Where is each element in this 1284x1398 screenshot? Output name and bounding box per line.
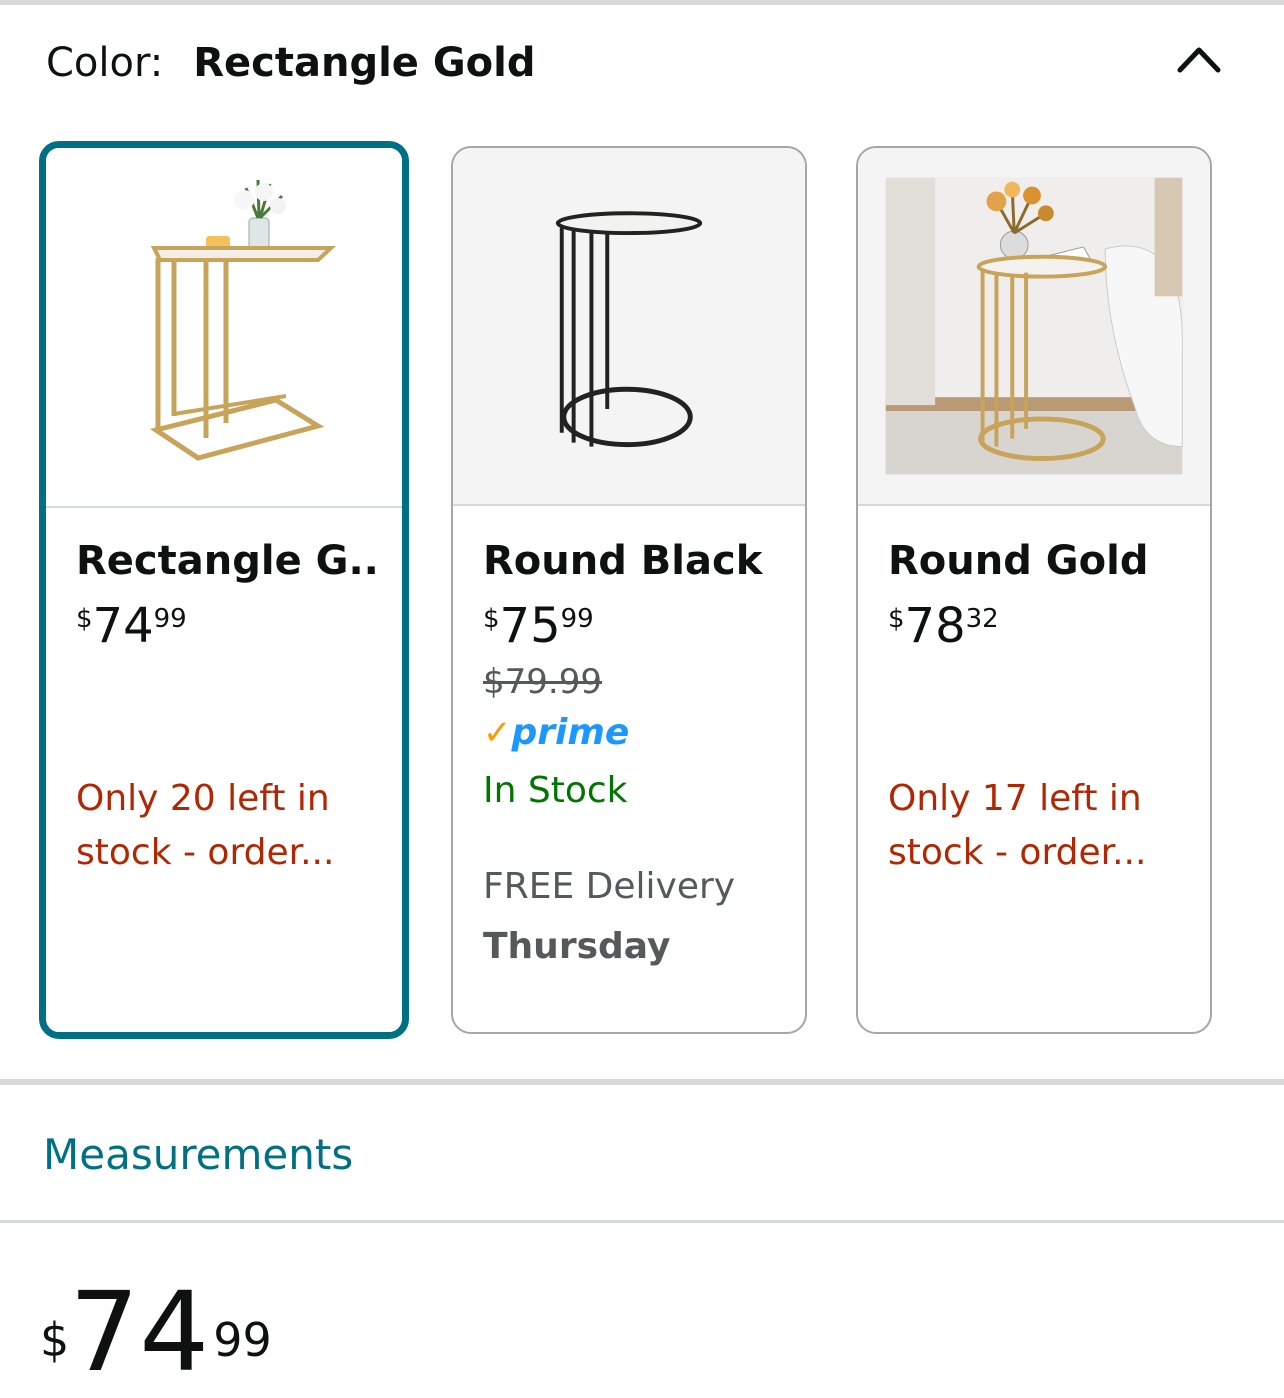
measurements-link[interactable]: Measurements xyxy=(43,1130,353,1179)
variant-price: $7499 xyxy=(76,598,382,654)
product-image-rectangle-gold xyxy=(46,148,402,508)
color-selector-header[interactable]: Color: Rectangle Gold xyxy=(46,40,536,86)
variant-details: Round Black $7599 $79.99 ✓prime In Stock… xyxy=(483,538,785,977)
price-cents: 99 xyxy=(153,604,187,634)
price-whole: 74 xyxy=(92,598,154,654)
price-whole: 75 xyxy=(499,598,561,654)
section-divider xyxy=(0,1220,1284,1223)
product-image-round-gold xyxy=(858,148,1210,506)
variant-price: $7832 xyxy=(888,598,1190,654)
top-divider xyxy=(0,0,1284,5)
prime-badge: ✓prime xyxy=(483,712,785,756)
availability-line: stock - order... xyxy=(76,832,335,873)
color-label: Color: xyxy=(46,40,164,86)
variant-details: Round Gold $7832 Only 17 left in stock -… xyxy=(888,538,1190,880)
variant-name: Round Black xyxy=(483,538,763,584)
list-price: $79.99 xyxy=(483,662,602,702)
delivery-line: FREE Delivery xyxy=(483,866,736,907)
section-divider xyxy=(0,1079,1284,1085)
variant-card-rectangle-gold[interactable]: Rectangle G... $7499 Only 20 left in sto… xyxy=(39,141,409,1039)
availability-text: Only 17 left in stock - order... xyxy=(888,772,1190,880)
main-price-whole: 74 xyxy=(69,1268,210,1396)
round-black-table-image xyxy=(555,211,703,448)
chevron-up-icon[interactable] xyxy=(1172,36,1226,80)
main-price-symbol: $ xyxy=(40,1313,70,1367)
price-symbol: $ xyxy=(76,604,93,634)
variant-name: Round Gold xyxy=(888,538,1149,584)
availability-text: In Stock xyxy=(483,770,628,811)
rectangle-gold-table-image xyxy=(46,148,402,506)
prime-check-icon: ✓ xyxy=(483,713,512,753)
price-cents: 99 xyxy=(560,604,594,634)
variant-details: Rectangle G... $7499 Only 20 left in sto… xyxy=(76,538,382,880)
variant-card-round-gold[interactable]: Round Gold $7832 Only 17 left in stock -… xyxy=(856,146,1212,1034)
round-gold-table-image xyxy=(885,177,1183,475)
selected-color-value: Rectangle Gold xyxy=(193,40,536,86)
main-price: $7499 xyxy=(40,1272,272,1392)
variant-name: Rectangle G... xyxy=(76,538,382,584)
product-image-round-black xyxy=(453,148,805,506)
prime-label: prime xyxy=(511,712,630,753)
price-symbol: $ xyxy=(888,604,905,634)
availability-line: Only 17 left in xyxy=(888,778,1142,819)
main-price-cents: 99 xyxy=(213,1313,272,1367)
availability-line: stock - order... xyxy=(888,832,1147,873)
variant-card-round-black[interactable]: Round Black $7599 $79.99 ✓prime In Stock… xyxy=(451,146,807,1034)
price-whole: 78 xyxy=(904,598,966,654)
variant-price: $7599 xyxy=(483,598,785,654)
delivery-day: Thursday xyxy=(483,926,671,967)
price-symbol: $ xyxy=(483,604,500,634)
delivery-info: FREE Delivery Thursday xyxy=(483,857,785,977)
price-cents: 32 xyxy=(965,604,999,634)
availability-text: Only 20 left in stock - order... xyxy=(76,772,382,880)
availability-line: Only 20 left in xyxy=(76,778,330,819)
